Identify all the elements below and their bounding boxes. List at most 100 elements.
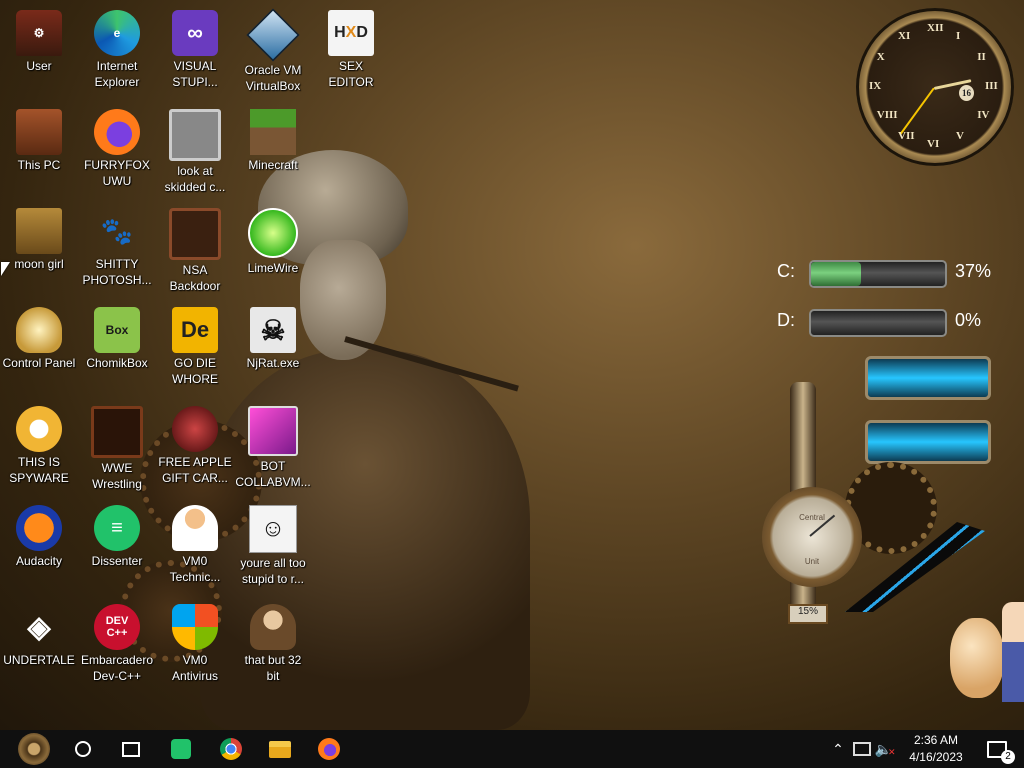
desktop-icon-virtualbox[interactable]: Oracle VM VirtualBox: [234, 4, 312, 96]
chevron-up-icon: ⌃: [832, 740, 844, 757]
unity-logo-icon: ◈: [27, 610, 51, 644]
chomikbox-hamster-icon: Box: [94, 307, 140, 353]
icon-label: WWE Wrestling: [92, 461, 142, 491]
desktop-icon-that-but-32-bit[interactable]: that but 32 bit: [234, 598, 312, 690]
notification-icon: 2: [987, 740, 1015, 764]
user-folder-icon: ⚙: [16, 10, 62, 56]
desktop-icon-shitty-photoshop[interactable]: 🐾 SHITTY PHOTOSH...: [78, 202, 156, 294]
muted-x-icon: ✕: [887, 746, 896, 757]
icon-label: FURRYFOX UWU: [84, 158, 150, 188]
clock-numeral: I: [956, 29, 961, 42]
clock-numeral: III: [985, 80, 998, 92]
multiple-windows-icon: [169, 109, 221, 161]
icon-label: Internet Explorer: [94, 59, 140, 89]
desktop-icon-this-is-spyware[interactable]: THIS IS SPYWARE: [0, 400, 78, 492]
desktop-icon-sex-editor[interactable]: HXD SEX EDITOR: [312, 4, 390, 96]
cortana-button[interactable]: [64, 730, 102, 768]
tray-date: 4/16/2023: [909, 750, 963, 764]
desktop-icon-nsa-backdoor[interactable]: NSA Backdoor: [156, 202, 234, 294]
desktop-icon-limewire[interactable]: LimeWire: [234, 202, 312, 294]
drive-percent: 37%: [955, 261, 992, 281]
desktop-icon-vm0-antivirus[interactable]: VM0 Antivirus: [156, 598, 234, 690]
network-icon: [853, 742, 871, 756]
desktop-icon-bot-collabvm[interactable]: BOT COLLABVM...: [234, 400, 312, 492]
icon-label: This PC: [17, 158, 61, 172]
steampunk-monitor-icon: [169, 208, 221, 260]
icon-label: Audacity: [15, 554, 63, 568]
wallpaper-figure-face: [300, 240, 386, 360]
notification-count-badge: 2: [1001, 749, 1015, 764]
icon-label: UNDERTALE: [3, 653, 75, 667]
desktop-pet-hamster[interactable]: [944, 598, 1024, 708]
taskbar-firefox[interactable]: [310, 730, 348, 768]
drive-letter: C:: [777, 261, 795, 281]
desktop-icon-free-apple-gift-card[interactable]: FREE APPLE GIFT CAR...: [156, 400, 234, 492]
audacity-headphones-icon: [16, 505, 62, 551]
desktop-icon-user[interactable]: ⚙ User: [0, 4, 78, 96]
cortana-circle-icon: [75, 741, 91, 757]
icon-label: NjRat.exe: [246, 356, 300, 370]
steampunk-start-orb-icon: [18, 733, 50, 765]
drive-percent: 0%: [955, 310, 982, 330]
desktop-icon-chomikbox[interactable]: Box ChomikBox: [78, 301, 156, 393]
edge-icon: e: [94, 10, 140, 56]
desktop-icon-audacity[interactable]: Audacity: [0, 499, 78, 591]
desktop-icon-dissenter[interactable]: ≡ Dissenter: [78, 499, 156, 591]
desktop-icon-minecraft[interactable]: Minecraft: [234, 103, 312, 195]
desktop-icon-skidded-code[interactable]: look at skidded c...: [156, 103, 234, 195]
desktop-icon-furryfox[interactable]: FURRYFOX UWU: [78, 103, 156, 195]
desktop-icon-internet-explorer[interactable]: e Internet Explorer: [78, 4, 156, 96]
skull-icon: ☠: [250, 307, 296, 353]
drive-usage-fill: [811, 262, 861, 286]
chrome-icon: [220, 738, 242, 760]
limewire-icon: [248, 208, 298, 258]
desktop-icon-njrat[interactable]: ☠ NjRat.exe: [234, 301, 312, 393]
clock-numeral: XI: [898, 29, 911, 42]
icon-label: BOT COLLABVM...: [235, 459, 311, 489]
chrome-canary-icon: [16, 406, 62, 452]
desktop-icon-vm0-technician[interactable]: VM0 Technic...: [156, 499, 234, 591]
desktop-icon-visual-studio[interactable]: ∞ VISUAL STUPI...: [156, 4, 234, 96]
desktop-icon-moon-girl[interactable]: moon girl: [0, 202, 78, 294]
mouse-cursor: [1, 262, 10, 276]
icon-label: look at skidded c...: [164, 164, 226, 194]
icon-label: Embarcadero Dev-C++: [80, 653, 154, 683]
desktop-icon-dev-cpp[interactable]: DEV C++ Embarcadero Dev-C++: [78, 598, 156, 690]
folder-icon: [269, 740, 291, 758]
action-center-button[interactable]: 2: [980, 730, 1015, 768]
dissenter-chat-icon: ≡: [94, 505, 140, 551]
dev-cpp-icon: DEV C++: [94, 604, 140, 650]
tray-time: 2:36 AM: [913, 733, 959, 747]
portrait-sketch-icon: ☺: [249, 505, 297, 553]
desktop-icon-youre-all-too-stupid[interactable]: ☺ youre all too stupid to r...: [234, 499, 312, 591]
clock-numeral: IX: [869, 80, 882, 92]
desktop-icon-go-die[interactable]: De GO DIE WHORE: [156, 301, 234, 393]
clock-tray-button[interactable]: 2:36 AM 4/16/2023: [898, 730, 974, 768]
network-tray-button[interactable]: [851, 730, 873, 768]
desktop-icon-control-panel[interactable]: Control Panel: [0, 301, 78, 393]
icon-label: SEX EDITOR: [328, 59, 374, 89]
clock-numeral: VI: [927, 138, 940, 150]
taskbar-file-explorer[interactable]: [261, 730, 299, 768]
taskbar-chrome[interactable]: [212, 730, 250, 768]
desktop-icon-undertale[interactable]: ◈ UNDERTALE: [0, 598, 78, 690]
desktop[interactable]: ⚙ User e Internet Explorer ∞ VISUAL STUP…: [0, 0, 1024, 730]
visual-studio-icon: ∞: [172, 10, 218, 56]
taskbar-dissenter[interactable]: [162, 730, 200, 768]
show-hidden-icons-button[interactable]: ⌃: [828, 730, 848, 768]
icon-label: VISUAL STUPI...: [172, 59, 218, 89]
task-view-button[interactable]: [112, 730, 150, 768]
gauge-face-label: Unit: [804, 557, 820, 566]
volume-tray-button[interactable]: 🔈 ✕: [874, 730, 896, 768]
desktop-icon-wwe-wrestling[interactable]: WWE Wrestling: [78, 400, 156, 492]
start-button[interactable]: [6, 730, 62, 768]
clock-minute-hand: [899, 87, 935, 136]
desktop-icon-this-pc[interactable]: This PC: [0, 103, 78, 195]
clock-numeral: X: [876, 51, 885, 63]
taskbar: ⌃ 🔈 ✕ 2:36 AM 4/16/2023 2: [0, 730, 1024, 768]
icon-label: Oracle VM VirtualBox: [244, 63, 302, 93]
icon-label: youre all too stupid to r...: [240, 556, 306, 586]
hamster-body: [950, 618, 1004, 698]
steampunk-clock-widget[interactable]: 16 XII I II III IV V VI VII VIII IX X XI: [856, 8, 1014, 166]
clock-numeral: IV: [977, 109, 990, 121]
